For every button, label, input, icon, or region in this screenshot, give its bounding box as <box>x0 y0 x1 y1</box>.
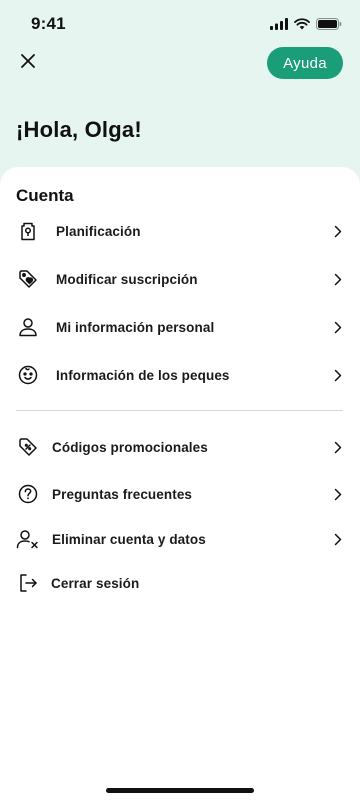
question-icon <box>16 482 40 506</box>
help-button[interactable]: Ayuda <box>267 47 343 79</box>
menu-item-label: Información de los peques <box>56 367 230 383</box>
baby-face-icon <box>16 363 40 387</box>
close-icon <box>20 53 36 74</box>
menu-item-label: Preguntas frecuentes <box>52 486 193 502</box>
menu-item-codigos-promocionales[interactable]: Códigos promocionales <box>0 427 360 467</box>
menu-item-modificar-suscripcion[interactable]: Modificar suscripción <box>0 259 360 299</box>
status-time: 9:41 <box>31 14 66 33</box>
remove-user-icon <box>16 527 40 551</box>
greeting-title: ¡Hola, Olga! <box>16 117 142 142</box>
home-indicator <box>106 788 254 793</box>
planning-icon <box>16 219 40 243</box>
chevron-right-icon <box>332 532 344 546</box>
menu-item-planificacion[interactable]: Planificación <box>0 211 360 251</box>
menu-item-label: Mi información personal <box>56 319 215 335</box>
chevron-right-icon <box>332 272 344 286</box>
status-bar: 9:41 <box>0 0 360 48</box>
section-divider <box>16 410 343 411</box>
battery-icon <box>316 17 342 35</box>
menu-sheet: Cuenta Planificación Modificar suscripci… <box>0 167 360 801</box>
menu-item-mi-informacion-personal[interactable]: Mi información personal <box>0 307 360 347</box>
signal-icon <box>270 17 288 35</box>
chevron-right-icon <box>332 440 344 454</box>
close-button[interactable] <box>16 51 40 75</box>
discount-tag-icon <box>16 435 40 459</box>
status-icons <box>270 17 342 35</box>
wifi-icon <box>294 17 310 35</box>
menu-item-eliminar-cuenta[interactable]: Eliminar cuenta y datos <box>0 519 360 559</box>
chevron-right-icon <box>332 368 344 382</box>
menu-item-label: Eliminar cuenta y datos <box>52 531 206 547</box>
logout-icon <box>16 571 40 595</box>
menu-item-preguntas-frecuentes[interactable]: Preguntas frecuentes <box>0 474 360 514</box>
chevron-right-icon <box>332 320 344 334</box>
section-title-cuenta: Cuenta <box>16 186 74 205</box>
menu-item-cerrar-sesion[interactable]: Cerrar sesión <box>0 563 360 603</box>
menu-item-label: Códigos promocionales <box>52 439 208 455</box>
menu-item-label: Modificar suscripción <box>56 271 198 287</box>
person-icon <box>16 315 40 339</box>
menu-item-informacion-de-los-peques[interactable]: Información de los peques <box>0 355 360 395</box>
chevron-right-icon <box>332 224 344 238</box>
menu-item-label: Planificación <box>56 223 141 239</box>
menu-item-label: Cerrar sesión <box>51 575 140 591</box>
app-screen: 9:41 Ayuda ¡Hola, Olga! Cuenta Planifica… <box>0 0 360 801</box>
chevron-right-icon <box>332 487 344 501</box>
price-tag-icon <box>16 267 40 291</box>
